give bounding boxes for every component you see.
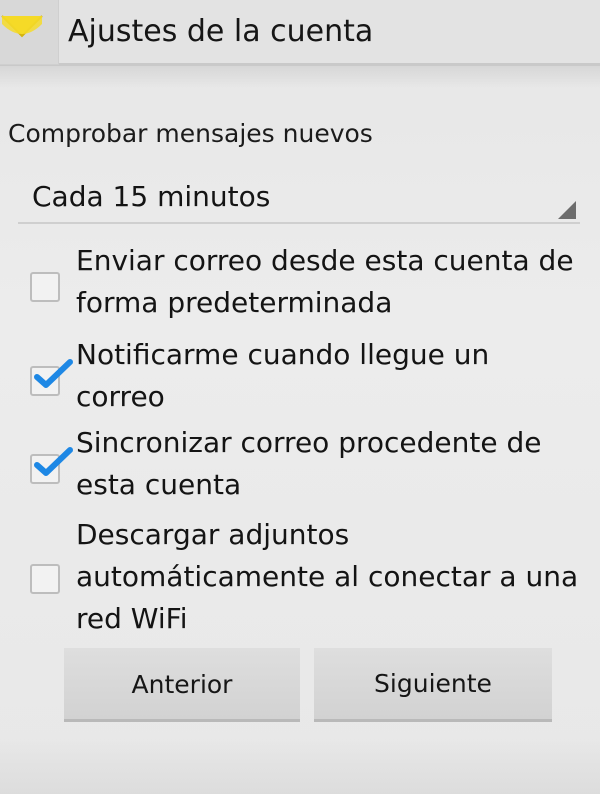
option-default-account[interactable]: Enviar correo desde esta cuenta de forma… — [24, 240, 584, 328]
checkmark-icon — [34, 447, 73, 476]
default-account-label: Enviar correo desde esta cuenta de forma… — [76, 244, 574, 319]
default-account-checkbox[interactable] — [30, 272, 60, 302]
sync-email-label: Sincronizar correo procedente de esta cu… — [76, 426, 542, 501]
bottom-fade — [0, 735, 600, 794]
sync-email-checkbox[interactable] — [30, 447, 73, 484]
action-bar-shadow — [0, 66, 600, 88]
next-button[interactable]: Siguiente — [314, 648, 552, 722]
option-download-attachments[interactable]: Descargar adjuntos automáticamente al co… — [24, 514, 584, 642]
check-frequency-spinner[interactable]: Cada 15 minutos — [18, 172, 580, 224]
check-frequency-value: Cada 15 minutos — [32, 180, 271, 213]
action-bar: Ajustes de la cuenta — [0, 0, 600, 66]
checkmark-icon — [34, 359, 73, 388]
check-frequency-label: Comprobar mensajes nuevos — [8, 119, 373, 148]
account-settings-screen: Ajustes de la cuenta Comprobar mensajes … — [0, 0, 600, 794]
email-app-icon — [1, 15, 43, 38]
page-title: Ajustes de la cuenta — [68, 14, 374, 49]
app-icon-button[interactable] — [0, 0, 59, 65]
option-notify-email[interactable]: Notificarme cuando llegue un correo — [24, 334, 584, 418]
spinner-triangle-icon — [558, 201, 576, 219]
option-sync-email[interactable]: Sincronizar correo procedente de esta cu… — [24, 422, 584, 510]
notify-email-checkbox[interactable] — [30, 359, 73, 396]
download-attachments-label: Descargar adjuntos automáticamente al co… — [76, 518, 579, 635]
notify-email-label: Notificarme cuando llegue un correo — [76, 338, 490, 413]
download-attachments-checkbox[interactable] — [30, 564, 60, 594]
previous-button[interactable]: Anterior — [64, 648, 300, 722]
